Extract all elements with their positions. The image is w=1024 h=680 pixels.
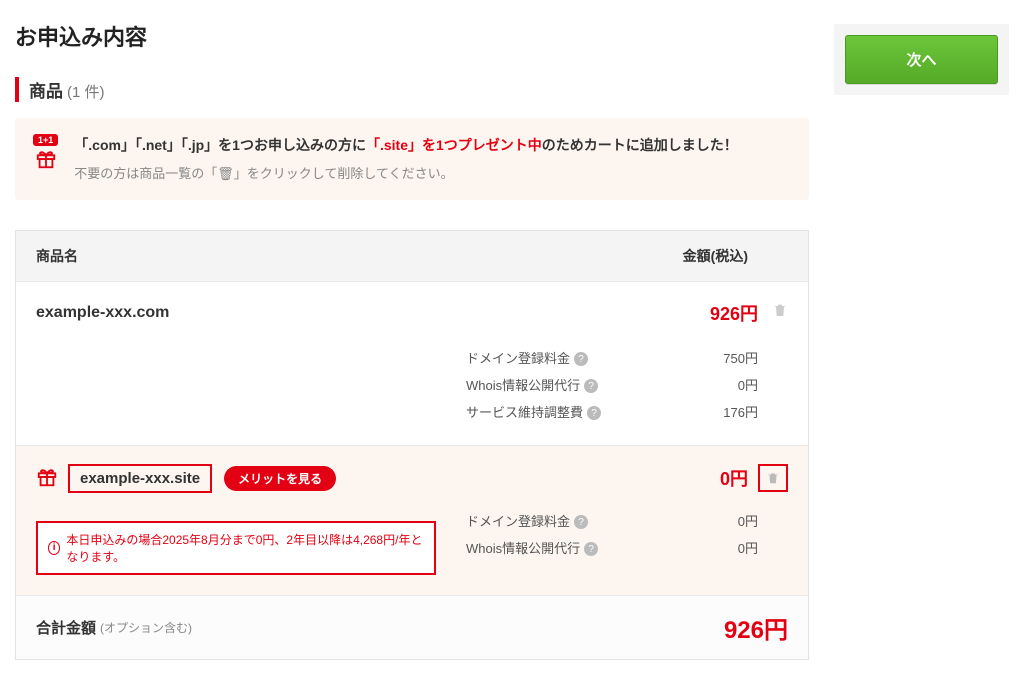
fee-amount: 0円 xyxy=(658,538,758,557)
merit-button[interactable]: メリットを見る xyxy=(224,466,336,491)
fee-label: ドメイン登録料金 xyxy=(466,351,570,366)
fee-amount: 0円 xyxy=(658,511,758,530)
section-label: 商品 xyxy=(29,77,63,102)
col-price-header: 金額(税込) xyxy=(668,246,788,266)
info-icon: i xyxy=(48,541,60,555)
delete-item-button[interactable] xyxy=(758,302,788,323)
summary-amount: 926円 xyxy=(724,610,788,645)
help-icon[interactable]: ? xyxy=(584,379,598,393)
help-icon[interactable]: ? xyxy=(584,542,598,556)
col-name-header: 商品名 xyxy=(36,246,668,266)
section-count: (1 件) xyxy=(67,81,105,102)
fee-label: サービス維持調整費 xyxy=(466,405,583,420)
trash-icon xyxy=(772,302,788,318)
gift-icon xyxy=(36,466,58,491)
cart-item: example-xxx.com 926円 ドメイン登録料金? 750円 Whois… xyxy=(16,281,808,445)
fee-amount: 750円 xyxy=(658,348,758,367)
summary-label: 合計金額 xyxy=(36,617,96,638)
summary-row: 合計金額 (オプション含む) 926円 xyxy=(16,595,808,659)
promo-text-highlight: 「.site」を1つプレゼント中 xyxy=(366,137,542,153)
bonus-total-price: 0円 xyxy=(678,465,748,491)
products-heading: 商品 (1 件) xyxy=(15,77,809,102)
next-button[interactable]: 次へ xyxy=(845,35,998,84)
products-table: 商品名 金額(税込) example-xxx.com 926円 ドメイン登録料金… xyxy=(15,230,809,660)
fee-amount: 0円 xyxy=(658,375,758,394)
fee-label: Whois情報公開代行 xyxy=(466,541,580,556)
bonus-notice: i 本日申込みの場合2025年8月分まで0円、2年目以降は4,268円/年となり… xyxy=(36,521,436,575)
bonus-notice-text: 本日申込みの場合2025年8月分まで0円、2年目以降は4,268円/年となります… xyxy=(66,531,424,565)
fee-label: ドメイン登録料金 xyxy=(466,514,570,529)
gift-icon xyxy=(35,148,57,173)
help-icon[interactable]: ? xyxy=(587,406,601,420)
summary-note: (オプション含む) xyxy=(100,619,192,636)
item-name: example-xxx.com xyxy=(36,304,658,322)
help-icon[interactable]: ? xyxy=(574,352,588,366)
bonus-cart-item: example-xxx.site メリットを見る 0円 i 本日申込みの場合20… xyxy=(16,445,808,595)
help-icon[interactable]: ? xyxy=(574,515,588,529)
item-total-price: 926円 xyxy=(658,300,758,326)
promo-text-a: 「.com」「.net」「.jp」を1つお申し込みの方に xyxy=(74,137,366,153)
promo-subtext: 不要の方は商品一覧の「🗑」をクリックして削除してください。 xyxy=(74,164,738,184)
fee-label: Whois情報公開代行 xyxy=(466,378,580,393)
fee-amount: 176円 xyxy=(658,402,758,421)
promo-text-b: のためカートに追加しました！ xyxy=(542,137,738,153)
trash-icon xyxy=(766,471,780,485)
delete-bonus-button[interactable] xyxy=(758,464,788,492)
promo-badge: 1+1 xyxy=(33,134,58,146)
page-title: お申込み内容 xyxy=(15,20,809,52)
promo-banner: 1+1 「.com」「.net」「.jp」を1つお申し込みの方に「.site」を… xyxy=(15,118,809,200)
bonus-item-name: example-xxx.site xyxy=(68,464,212,493)
